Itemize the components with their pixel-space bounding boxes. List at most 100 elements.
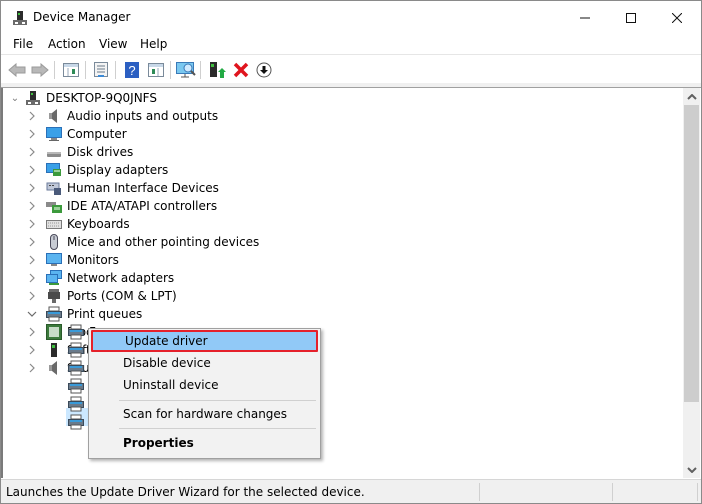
tree-category-label: Print queues: [67, 307, 143, 321]
status-separator: [612, 483, 613, 501]
chevron-down-icon[interactable]: ⌄: [9, 89, 21, 107]
computer-icon: [46, 126, 62, 142]
minimize-button[interactable]: [562, 1, 608, 35]
tree-category[interactable]: Network adapters: [26, 269, 174, 287]
update-driver-button[interactable]: [207, 60, 227, 80]
scan-hardware-button[interactable]: [176, 60, 196, 80]
tree-category[interactable]: Print queues: [26, 305, 142, 323]
minimize-icon: [580, 17, 590, 19]
printer-icon: [68, 396, 84, 412]
status-bar: Launches the Update Driver Wizard for th…: [1, 479, 701, 503]
menu-view[interactable]: View: [99, 37, 127, 51]
chevron-right-icon[interactable]: [26, 143, 38, 161]
properties-button[interactable]: [91, 60, 111, 80]
tree-category-label: Audio inputs and outputs: [67, 109, 219, 123]
chevron-right-icon[interactable]: [26, 107, 38, 125]
scan-monitor-icon: [176, 62, 196, 78]
computer-root-icon: [25, 90, 41, 106]
help-icon: ?: [125, 62, 139, 78]
toolbar-separator: [54, 61, 55, 79]
status-text: Launches the Update Driver Wizard for th…: [6, 485, 365, 499]
tree-category[interactable]: Display adapters: [26, 161, 168, 179]
help-button[interactable]: ?: [122, 60, 142, 80]
menu-action[interactable]: Action: [48, 37, 86, 51]
chevron-down-icon[interactable]: [26, 305, 38, 323]
scroll-down-button[interactable]: [683, 461, 700, 478]
tree-category[interactable]: Human Interface Devices: [26, 179, 219, 197]
close-button[interactable]: [654, 1, 700, 35]
chevron-right-icon[interactable]: [26, 215, 38, 233]
menu-item-label: Scan for hardware changes: [123, 407, 288, 421]
red-x-icon: [233, 62, 249, 78]
console-tree-icon: [63, 63, 79, 77]
menu-file[interactable]: File: [13, 37, 33, 51]
scroll-up-button[interactable]: [683, 88, 700, 105]
action-pane-button[interactable]: [146, 60, 166, 80]
context-menu-properties[interactable]: Properties: [91, 432, 318, 454]
chevron-right-icon[interactable]: [26, 269, 38, 287]
menu-item-label: Update driver: [125, 334, 208, 348]
chevron-right-icon[interactable]: [26, 287, 38, 305]
chevron-right-icon[interactable]: [26, 341, 38, 359]
tree-category-label: Computer: [67, 127, 127, 141]
forward-arrow-icon: [31, 63, 49, 77]
chevron-right-icon[interactable]: [26, 323, 38, 341]
vertical-scrollbar[interactable]: [683, 88, 700, 478]
chevron-right-icon[interactable]: [26, 233, 38, 251]
chevron-right-icon[interactable]: [26, 161, 38, 179]
speaker-icon: [46, 360, 62, 376]
tree-category[interactable]: Disk drives: [26, 143, 133, 161]
menu-separator: [119, 428, 316, 429]
printer-icon: [68, 342, 84, 358]
svg-text:?: ?: [128, 63, 135, 78]
printer-icon: [68, 414, 84, 430]
disable-device-button[interactable]: [254, 60, 274, 80]
tree-category-label: Display adapters: [67, 163, 169, 177]
chevron-down-icon: [686, 466, 697, 473]
chevron-right-icon[interactable]: [26, 179, 38, 197]
tree-category[interactable]: Keyboards: [26, 215, 130, 233]
chevron-right-icon[interactable]: [26, 197, 38, 215]
console-tree-button[interactable]: [61, 60, 81, 80]
software-device-icon: [46, 342, 62, 358]
tree-category-label: Network adapters: [67, 271, 175, 285]
tree-root[interactable]: ⌄ DESKTOP-9Q0JNFS: [9, 89, 157, 107]
processor-icon: [46, 324, 62, 340]
monitor-icon: [46, 252, 62, 268]
back-arrow-icon: [8, 63, 26, 77]
context-menu-scan-hardware[interactable]: Scan for hardware changes: [91, 403, 318, 425]
tree-category[interactable]: Mice and other pointing devices: [26, 233, 259, 251]
printer-icon: [68, 360, 84, 376]
ide-controller-icon: [46, 198, 62, 214]
display-adapter-icon: [46, 162, 62, 178]
scrollbar-thumb[interactable]: [684, 105, 699, 402]
tree-category[interactable]: Computer: [26, 125, 127, 143]
tree-category[interactable]: Ports (COM & LPT): [26, 287, 177, 305]
title-bar: Device Manager: [1, 1, 701, 35]
chevron-right-icon[interactable]: [26, 359, 38, 377]
chevron-right-icon[interactable]: [26, 251, 38, 269]
context-menu-update-driver[interactable]: Update driver: [91, 330, 318, 352]
maximize-button[interactable]: [608, 1, 654, 35]
context-menu-disable-device[interactable]: Disable device: [91, 352, 318, 374]
tree-category-label: Mice and other pointing devices: [67, 235, 260, 249]
menu-item-label: Uninstall device: [123, 378, 219, 392]
context-menu-uninstall-device[interactable]: Uninstall device: [91, 374, 318, 396]
tree-category-label: Disk drives: [67, 145, 134, 159]
close-icon: [672, 13, 682, 23]
properties-icon: [94, 62, 108, 77]
uninstall-device-button[interactable]: [231, 60, 251, 80]
status-separator: [479, 483, 480, 501]
tree-category[interactable]: Audio inputs and outputs: [26, 107, 218, 125]
menu-item-label: Properties: [123, 436, 194, 450]
forward-button[interactable]: [30, 60, 50, 80]
tree-category[interactable]: IDE ATA/ATAPI controllers: [26, 197, 217, 215]
menu-bar: File Action View Help: [1, 35, 701, 55]
printer-icon: [46, 306, 62, 322]
tree-category[interactable]: Monitors: [26, 251, 119, 269]
back-button[interactable]: [7, 60, 27, 80]
toolbar-separator: [115, 61, 116, 79]
tree-root-label: DESKTOP-9Q0JNFS: [46, 91, 157, 105]
menu-help[interactable]: Help: [140, 37, 167, 51]
chevron-right-icon[interactable]: [26, 125, 38, 143]
